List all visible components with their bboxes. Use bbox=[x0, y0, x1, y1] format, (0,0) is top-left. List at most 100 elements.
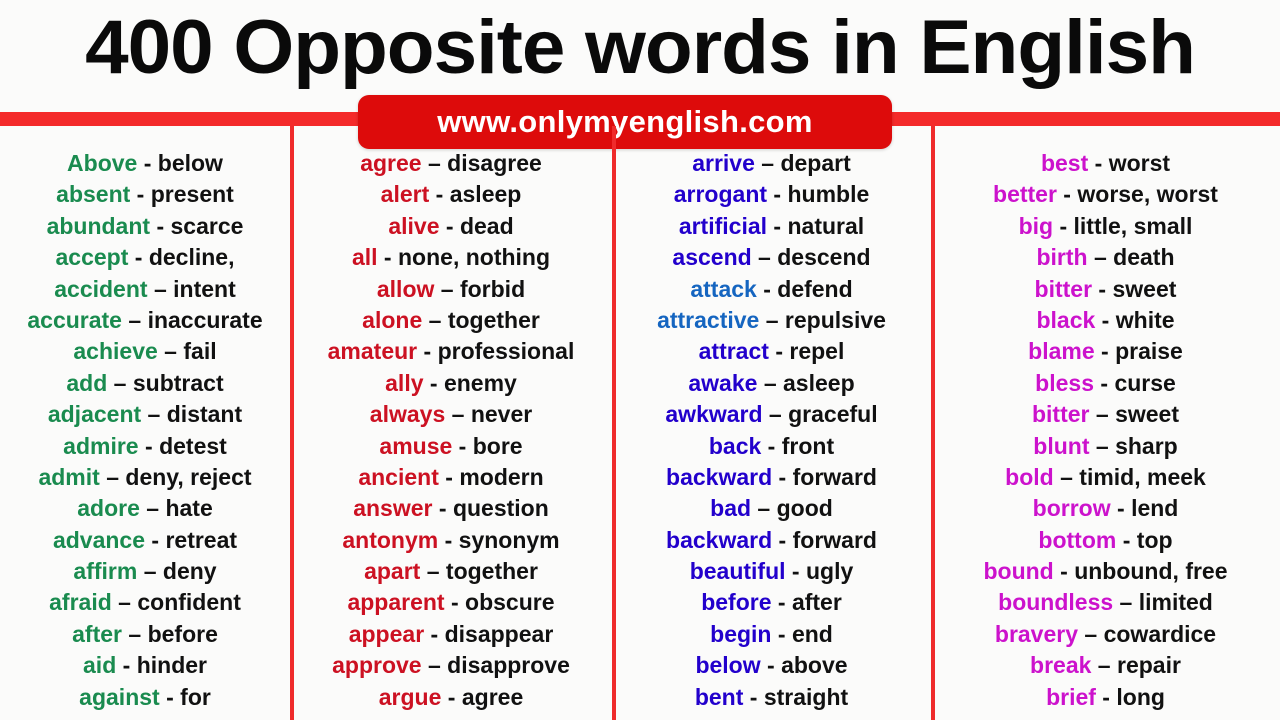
word-columns-container: Above - below absent - present abundant - … bbox=[0, 126, 1280, 720]
pair-separator: - bbox=[768, 338, 790, 365]
headword: better bbox=[993, 181, 1057, 208]
headword: antonym bbox=[342, 526, 439, 553]
headword: achieve bbox=[73, 338, 158, 365]
headword: alive bbox=[388, 212, 440, 239]
word-pair-row: afraid – confident bbox=[0, 587, 290, 618]
headword: appear bbox=[348, 620, 425, 647]
pair-separator: – bbox=[147, 275, 174, 302]
word-pair-row: accident – intent bbox=[0, 274, 290, 305]
word-pair-row: adjacent – distant bbox=[0, 399, 290, 430]
word-pair-row: backward - forward bbox=[612, 525, 931, 556]
pair-separator: – bbox=[121, 620, 148, 647]
word-pair-row: after – before bbox=[0, 619, 290, 650]
pair-separator: - bbox=[452, 432, 473, 459]
antonym: defend bbox=[777, 275, 853, 302]
headword: absent bbox=[56, 181, 131, 208]
headword: boundless bbox=[998, 589, 1114, 616]
word-pair-row: bravery – cowardice bbox=[931, 619, 1280, 650]
antonym: ugly bbox=[806, 558, 854, 585]
antonym: present bbox=[150, 181, 234, 208]
antonym: humble bbox=[787, 181, 870, 208]
word-pair-row: arrive – depart bbox=[612, 148, 931, 179]
pair-separator: – bbox=[139, 495, 166, 522]
antonym: disappear bbox=[444, 620, 554, 647]
antonym: repel bbox=[789, 338, 845, 365]
antonym: obscure bbox=[465, 589, 555, 616]
word-pair-row: bottom - top bbox=[931, 525, 1280, 556]
antonym: curse bbox=[1114, 369, 1176, 396]
word-pair-row: absent - present bbox=[0, 179, 290, 210]
word-pair-row: blame - praise bbox=[931, 336, 1280, 367]
headword: attractive bbox=[657, 306, 760, 333]
pair-separator: – bbox=[1091, 652, 1117, 679]
word-pair-row: begin - end bbox=[612, 619, 931, 650]
antonym: scarce bbox=[170, 212, 244, 239]
page-title: 400 Opposite words in English bbox=[85, 5, 1196, 90]
antonym: praise bbox=[1115, 338, 1183, 365]
pair-separator: - bbox=[1110, 495, 1132, 522]
pair-separator: – bbox=[99, 463, 126, 490]
pair-separator: - bbox=[1053, 212, 1074, 239]
pair-separator: – bbox=[751, 495, 777, 522]
antonym: repair bbox=[1117, 652, 1181, 679]
antonym: retreat bbox=[165, 526, 238, 553]
pair-separator: - bbox=[130, 181, 151, 208]
headword: agree bbox=[360, 150, 422, 176]
headword: affirm bbox=[73, 558, 138, 585]
antonym: agree bbox=[461, 683, 524, 710]
headword: accept bbox=[55, 244, 129, 271]
headword: arrogant bbox=[673, 181, 768, 208]
antonym: forward bbox=[792, 526, 877, 553]
antonym: cowardice bbox=[1103, 620, 1217, 647]
pair-separator: – bbox=[1053, 463, 1080, 490]
word-pair-row: bitter – sweet bbox=[931, 399, 1280, 430]
antonym: sharp bbox=[1115, 432, 1178, 459]
word-pair-row: adore – hate bbox=[0, 493, 290, 524]
antonym: straight bbox=[763, 683, 849, 710]
headword: begin bbox=[710, 620, 772, 647]
headword: attack bbox=[690, 275, 757, 302]
pair-separator: - bbox=[116, 652, 137, 679]
pair-separator: - bbox=[1053, 558, 1075, 585]
headword: blame bbox=[1028, 338, 1095, 365]
antonym: long bbox=[1116, 683, 1165, 710]
headword: black bbox=[1036, 306, 1096, 333]
antonym: lend bbox=[1131, 495, 1179, 522]
pair-separator: – bbox=[1078, 620, 1104, 647]
word-pair-row: attack - defend bbox=[612, 274, 931, 305]
headword: break bbox=[1030, 652, 1092, 679]
word-pair-row: argue - agree bbox=[290, 682, 612, 713]
pair-separator: – bbox=[1089, 401, 1116, 428]
word-pair-row: advance - retreat bbox=[0, 525, 290, 556]
pair-separator: – bbox=[111, 589, 138, 616]
headword: bold bbox=[1005, 463, 1054, 490]
headword: back bbox=[708, 432, 762, 459]
antonym: intent bbox=[173, 275, 236, 302]
antonym: disagree bbox=[447, 150, 542, 176]
word-pair-row: boundless – limited bbox=[931, 587, 1280, 618]
headword: alone bbox=[362, 306, 423, 333]
antonym: hinder bbox=[136, 652, 207, 679]
pair-separator: – bbox=[421, 652, 448, 679]
word-pair-row: bad – good bbox=[612, 493, 931, 524]
antonym: asleep bbox=[783, 369, 855, 396]
headword: ally bbox=[385, 369, 424, 396]
headword: bottom bbox=[1038, 526, 1117, 553]
pair-separator: – bbox=[445, 401, 471, 428]
antonym: unbound, free bbox=[1074, 558, 1228, 585]
word-pair-row: all - none, nothing bbox=[290, 242, 612, 273]
pair-separator: - bbox=[1092, 275, 1113, 302]
word-pair-row: alive - dead bbox=[290, 211, 612, 242]
pair-separator: - bbox=[772, 526, 793, 553]
pair-separator: – bbox=[137, 558, 163, 585]
antonym: modern bbox=[459, 463, 544, 490]
headword: bitter bbox=[1034, 275, 1093, 302]
antonym: none, nothing bbox=[398, 244, 551, 271]
pair-separator: - bbox=[1088, 150, 1109, 176]
antonym: sweet bbox=[1112, 275, 1177, 302]
headword: before bbox=[701, 589, 772, 616]
headword: allow bbox=[376, 275, 435, 302]
pair-separator: - bbox=[1094, 369, 1115, 396]
headword: abundant bbox=[46, 212, 151, 239]
headword: against bbox=[79, 683, 160, 710]
